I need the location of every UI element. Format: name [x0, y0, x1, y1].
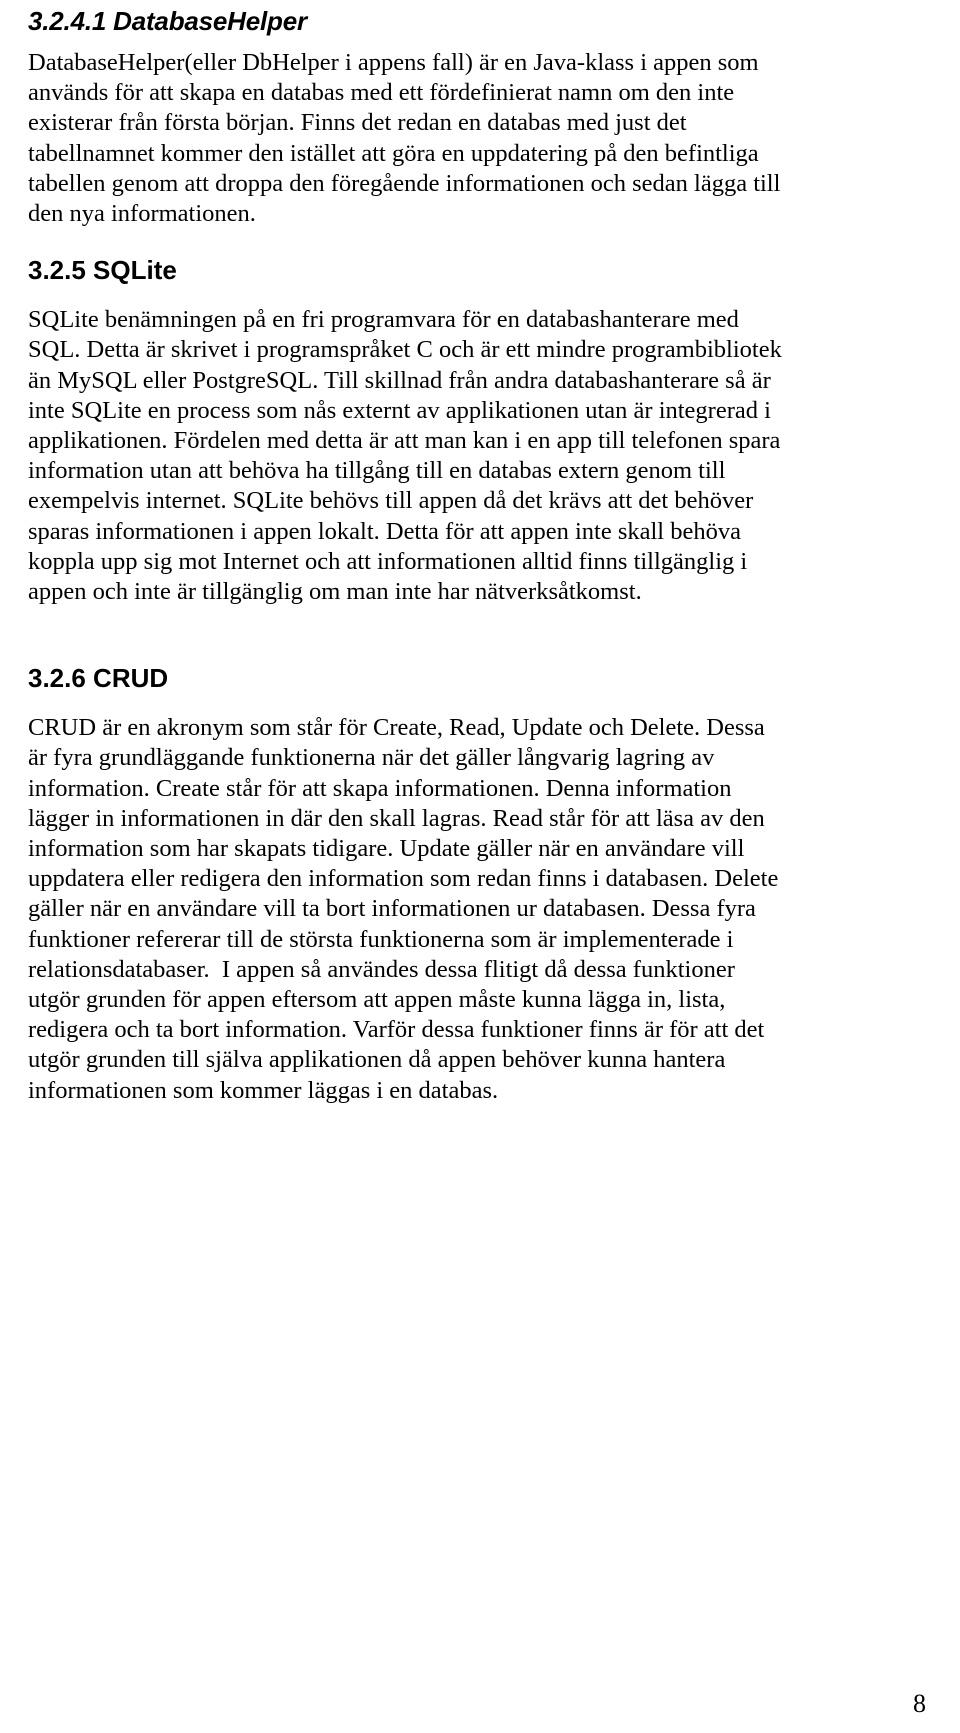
heading-sqlite: 3.2.5 SQLite — [28, 255, 177, 286]
paragraph-sqlite: SQLite benämningen på en fri programvara… — [28, 306, 782, 606]
heading-databasehelper: 3.2.4.1 DatabaseHelper — [28, 6, 307, 36]
document-page: 3.2.4.1 DatabaseHelper DatabaseHelper(el… — [0, 0, 960, 1733]
page-number: 8 — [913, 1689, 926, 1718]
page-content: 3.2.4.1 DatabaseHelper DatabaseHelper(el… — [28, 0, 918, 1106]
paragraph-crud: CRUD är en akronym som står för Create, … — [28, 714, 779, 1104]
paragraph-databasehelper: DatabaseHelper(eller DbHelper i appens f… — [28, 49, 781, 228]
heading-crud: 3.2.6 CRUD — [28, 663, 169, 694]
